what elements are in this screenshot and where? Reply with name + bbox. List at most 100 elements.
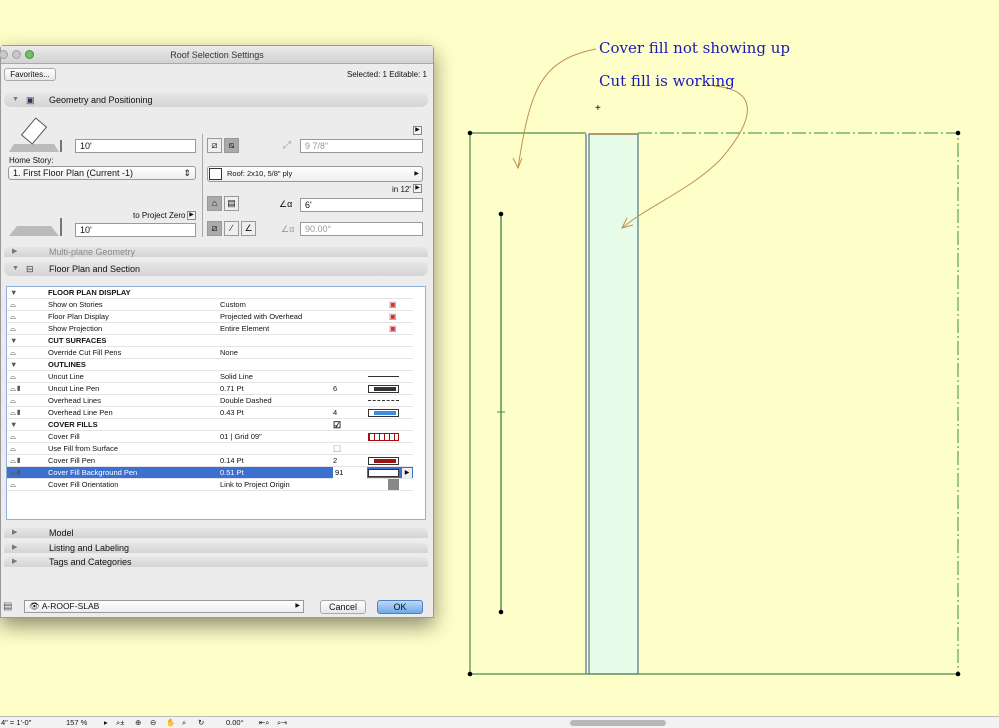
property-value[interactable]: 0.43 Pt [220, 407, 244, 419]
pen-number[interactable]: 91 [333, 467, 367, 479]
node-dot[interactable] [467, 130, 473, 136]
pen-number[interactable]: 4 [333, 407, 337, 419]
property-value[interactable]: Projected with Overhead [220, 311, 302, 323]
expanded-triangle-icon[interactable]: ▼ [10, 419, 40, 431]
node-dot[interactable] [498, 609, 504, 615]
orientation-swatch[interactable] [388, 479, 399, 490]
property-group-header[interactable]: ▼ CUT SURFACES [7, 335, 413, 347]
pen-color-swatch[interactable] [368, 385, 399, 393]
property-value[interactable]: 0.71 Pt [220, 383, 244, 395]
zoom-area-icon[interactable]: ⌕± [116, 717, 124, 728]
edge-angle-input[interactable]: 90.00° [300, 222, 423, 236]
elevation-input[interactable]: 10' [75, 223, 196, 237]
building-material-select[interactable]: Roof: 2x10, 5/8" ply ▶ [207, 166, 423, 182]
property-row[interactable]: ⌓ Override Cut Fill Pens None [7, 347, 413, 359]
property-group-header[interactable]: ▼ COVER FILLS ☑ [7, 419, 413, 431]
grid-fill-swatch[interactable] [368, 433, 399, 441]
property-row[interactable]: ⌓▮ Cover Fill Background Pen 0.51 Pt 91 ▶ [7, 467, 413, 479]
edge-mode-icon[interactable]: ▤ [224, 196, 239, 211]
zoom-in-icon[interactable]: ⊕ [135, 717, 141, 728]
property-value[interactable]: Solid Line [220, 371, 253, 383]
previous-zoom-icon[interactable]: ⇤⌕ [259, 717, 269, 728]
minimize-button[interactable] [12, 50, 21, 59]
property-value[interactable]: 0.14 Pt [220, 455, 244, 467]
property-row[interactable]: ⌓ Floor Plan Display Projected with Overhe… [7, 311, 413, 323]
popup-arrow-icon[interactable]: ▶ [402, 468, 412, 478]
expand-popup-button[interactable]: ▶ [413, 126, 422, 135]
cancel-button[interactable]: Cancel [320, 600, 366, 614]
section-multiplane[interactable]: ▶ Multi-plane Geometry [4, 247, 428, 257]
property-value[interactable]: Entire Element [220, 323, 269, 335]
checkbox[interactable]: ☐ [333, 443, 341, 455]
property-row[interactable]: ⌓▮ Overhead Line Pen 0.43 Pt 4 [7, 407, 413, 419]
edge-custom-angle-icon[interactable]: ∠ [241, 221, 256, 236]
favorites-button[interactable]: Favorites... [4, 68, 56, 81]
pen-color-swatch[interactable] [368, 457, 399, 465]
cut-fill-area[interactable] [588, 133, 639, 675]
pivot-height-input[interactable]: 10' [75, 139, 196, 153]
property-row[interactable]: ⌓ Use Fill from Surface ☐ [7, 443, 413, 455]
zoom-display[interactable]: 157 % [66, 717, 87, 728]
layer-select[interactable]: 👁 A-ROOF-SLAB ▶ [24, 600, 304, 613]
pitch-unit-button[interactable]: ▶ [413, 184, 422, 193]
pan-icon[interactable]: ✋ [166, 717, 175, 728]
close-button[interactable] [0, 50, 8, 59]
pitch-input[interactable]: 6' [300, 198, 423, 212]
expanded-triangle-icon[interactable]: ▼ [10, 359, 40, 371]
checkbox[interactable]: ☑ [333, 419, 341, 431]
reference-popup-button[interactable]: ▶ [187, 211, 196, 220]
pen-number[interactable]: 6 [333, 383, 337, 395]
property-value[interactable]: Custom [220, 299, 246, 311]
pitch-mode-icon[interactable]: ⌂ [207, 196, 222, 211]
scale-display[interactable]: 4" = 1'-0" [1, 717, 31, 728]
edge-vertical-icon[interactable]: ∕ [224, 221, 239, 236]
property-group-header[interactable]: ▼ FLOOR PLAN DISPLAY [7, 287, 413, 299]
property-value[interactable]: Link to Project Origin [220, 479, 290, 491]
section-tags[interactable]: ▶ Tags and Categories [4, 557, 428, 567]
edge-perpendicular-icon[interactable]: ⧄ [207, 221, 222, 236]
property-row[interactable]: ⌓ Cover Fill 01 | Grid 09" [7, 431, 413, 443]
zoom-out-icon[interactable]: ⊖ [150, 717, 156, 728]
property-value[interactable]: Double Dashed [220, 395, 272, 407]
thickness-input[interactable]: 9 7/8" [300, 139, 423, 153]
fit-window-icon[interactable]: ⌕ [182, 717, 186, 728]
angle-display[interactable]: 0.00° [226, 717, 244, 728]
property-row[interactable]: ⌓ Overhead Lines Double Dashed [7, 395, 413, 407]
node-dot[interactable] [467, 671, 473, 677]
projection-icon[interactable]: ▣ [389, 323, 397, 335]
single-plane-icon[interactable]: ⧄ [207, 138, 222, 153]
property-value[interactable]: 01 | Grid 09" [220, 431, 262, 443]
expanded-triangle-icon[interactable]: ▼ [10, 335, 40, 347]
property-row[interactable]: ⌓▮ Uncut Line Pen 0.71 Pt 6 [7, 383, 413, 395]
property-row[interactable]: ⌓▮ Cover Fill Pen 0.14 Pt 2 [7, 455, 413, 467]
expanded-triangle-icon[interactable]: ▼ [10, 287, 40, 299]
multi-plane-icon[interactable]: ⧅ [224, 138, 239, 153]
property-row[interactable]: ⌓ Uncut Line Solid Line [7, 371, 413, 383]
section-model[interactable]: ▶ Model [4, 528, 428, 538]
property-row[interactable]: ⌓ Show on Stories Custom ▣ [7, 299, 413, 311]
rotate-icon[interactable]: ↻ [198, 717, 204, 728]
node-dot[interactable] [498, 211, 504, 217]
property-value[interactable]: None [220, 347, 238, 359]
display-icon[interactable]: ▣ [389, 311, 397, 323]
property-row[interactable]: ⌓ Cover Fill Orientation Link to Project O… [7, 479, 413, 491]
home-story-select[interactable]: 1. First Floor Plan (Current -1) ⇕ [8, 166, 196, 180]
pen-color-swatch[interactable] [368, 469, 399, 477]
property-group-header[interactable]: ▼ OUTLINES [7, 359, 413, 371]
section-floorplan[interactable]: ▼ ⊟ Floor Plan and Section [4, 262, 428, 276]
pen-number[interactable]: 2 [333, 455, 337, 467]
horizontal-scrollbar[interactable] [570, 720, 666, 726]
ok-button[interactable]: OK [377, 600, 423, 614]
zoom-button[interactable] [25, 50, 34, 59]
floor-plan-property-list[interactable]: ▼ FLOOR PLAN DISPLAY ⌓ Show on Stories Custo… [6, 286, 426, 520]
section-geometry[interactable]: ▼ ▣ Geometry and Positioning [4, 93, 428, 107]
property-row[interactable]: ⌓ Show Projection Entire Element ▣ [7, 323, 413, 335]
pen-color-swatch[interactable] [368, 409, 399, 417]
next-zoom-icon[interactable]: ⌕⇥ [277, 717, 287, 728]
property-value[interactable]: 0.51 Pt [220, 467, 244, 479]
zoom-popup-icon[interactable]: ▸ [104, 717, 108, 728]
stories-icon[interactable]: ▣ [389, 299, 397, 311]
node-dot[interactable] [955, 130, 961, 136]
node-dot[interactable] [955, 671, 961, 677]
section-listing[interactable]: ▶ Listing and Labeling [4, 543, 428, 553]
